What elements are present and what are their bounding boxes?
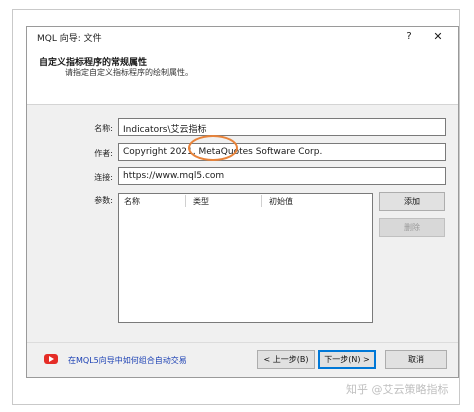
help-icon[interactable]: ? xyxy=(402,30,416,44)
column-divider xyxy=(261,195,262,207)
delete-button[interactable]: 删除 xyxy=(379,218,445,237)
author-label: 作者: xyxy=(94,149,113,158)
add-button[interactable]: 添加 xyxy=(379,192,445,211)
title-bar: MQL 向导: 文件 ? ✕ xyxy=(27,27,458,47)
close-icon[interactable]: ✕ xyxy=(431,30,445,44)
header-subtitle: 请指定自定义指标程序的绘制属性。 xyxy=(65,68,193,77)
author-field[interactable]: Copyright 2021, MetaQuotes Software Corp… xyxy=(118,143,446,161)
params-table[interactable]: 名称 类型 初始值 xyxy=(118,193,373,323)
next-button[interactable]: 下一步(N) > xyxy=(318,350,376,369)
wizard-dialog: MQL 向导: 文件 ? ✕ 自定义指标程序的常规属性 请指定自定义指标程序的绘… xyxy=(26,26,459,378)
column-header-name[interactable]: 名称 xyxy=(124,196,140,207)
window-title: MQL 向导: 文件 xyxy=(37,34,102,44)
youtube-icon[interactable] xyxy=(44,354,58,364)
link-label: 连接: xyxy=(94,173,113,182)
watermark: 知乎 @艾云策略指标 xyxy=(346,383,449,396)
highlight-annotation-circle xyxy=(188,135,238,161)
name-field[interactable]: Indicators\艾云指标 xyxy=(118,118,446,136)
link-field[interactable]: https://www.mql5.com xyxy=(118,167,446,185)
cancel-button[interactable]: 取消 xyxy=(385,350,447,369)
name-label: 名称: xyxy=(94,124,113,133)
column-divider xyxy=(185,195,186,207)
back-button[interactable]: < 上一步(B) xyxy=(257,350,315,369)
params-label: 参数: xyxy=(94,196,113,205)
column-header-default[interactable]: 初始值 xyxy=(269,196,293,207)
wizard-header: 自定义指标程序的常规属性 请指定自定义指标程序的绘制属性。 xyxy=(27,47,458,105)
column-header-type[interactable]: 类型 xyxy=(193,196,209,207)
footer-divider xyxy=(27,342,458,343)
help-video-link[interactable]: 在MQL5向导中如何组合自动交易 xyxy=(68,355,187,366)
